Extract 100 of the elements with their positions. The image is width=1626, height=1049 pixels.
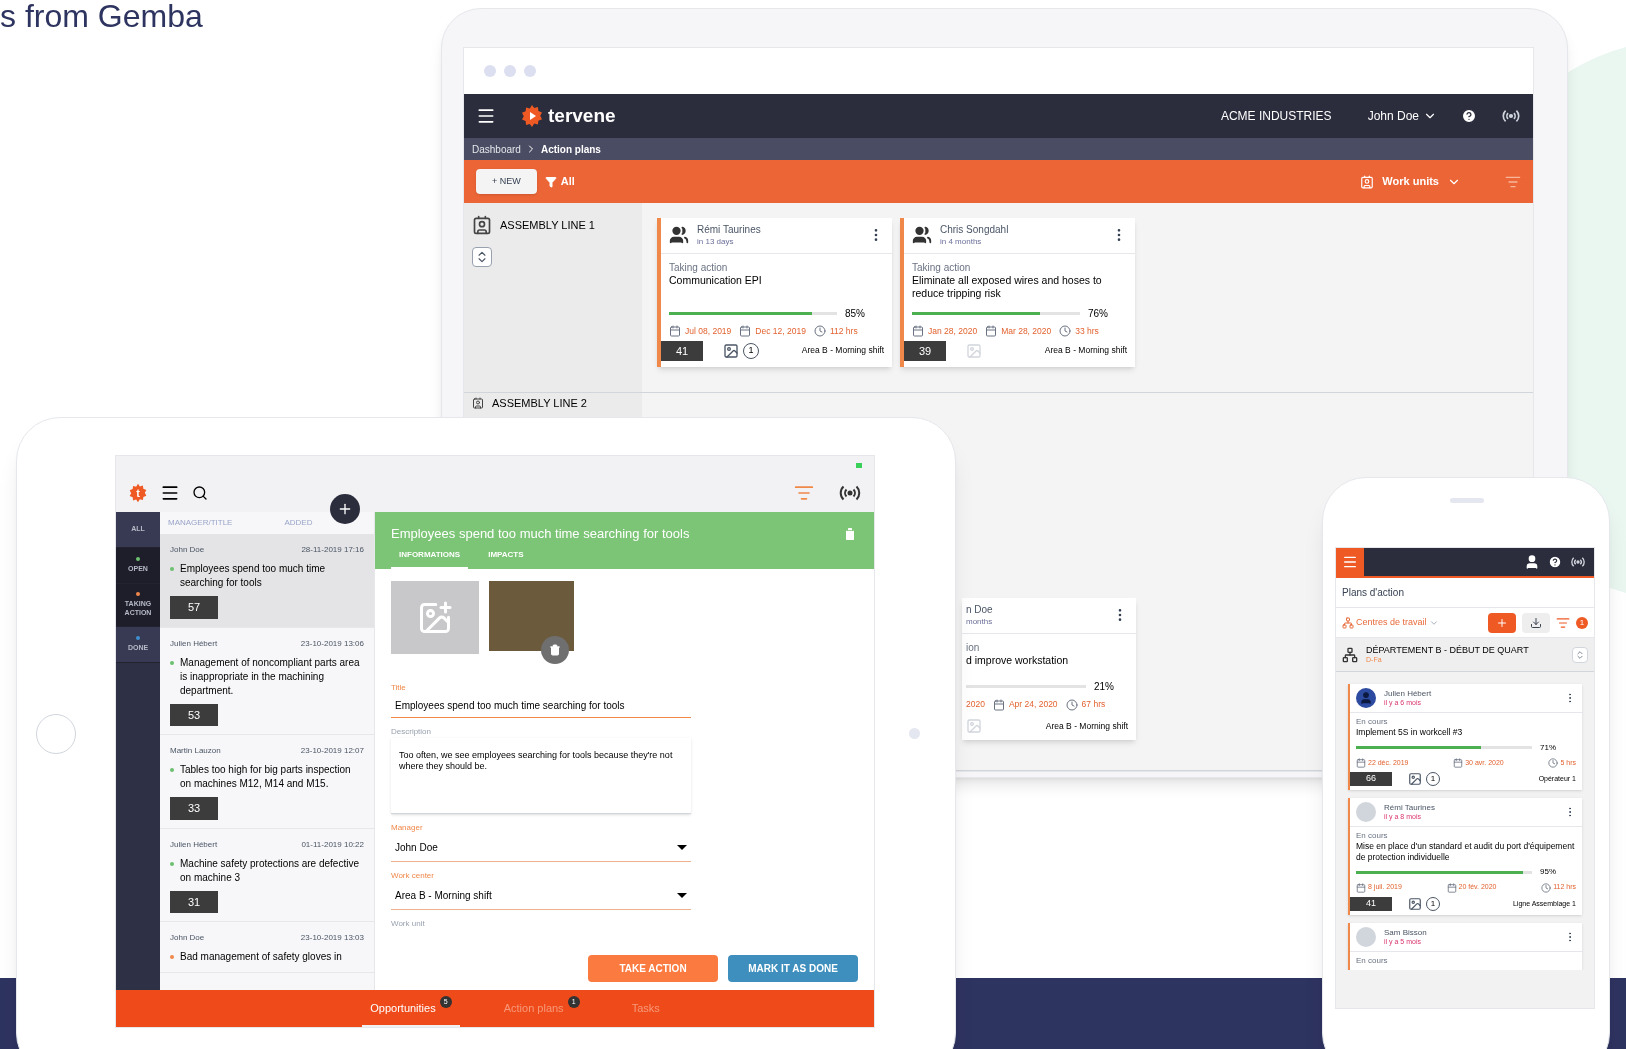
end-date: Apr 24, 2020: [1008, 698, 1058, 711]
calendar-icon: [912, 325, 924, 338]
opportunity-title: Tables too high for big parts inspection on machines M12, M14 and M15.: [180, 763, 352, 791]
export-button[interactable]: [1522, 612, 1550, 633]
added-date: 23-10-2019 12:07: [300, 745, 364, 757]
user-icon[interactable]: [1524, 554, 1540, 570]
plan-title: d improve workstation: [966, 654, 1070, 668]
calendar-icon: [992, 698, 1005, 711]
new-button[interactable]: + NEW: [476, 168, 537, 195]
manager-name: Julien Hébert: [1384, 688, 1432, 699]
broadcast-icon[interactable]: [1570, 554, 1586, 570]
help-icon[interactable]: [1461, 108, 1477, 124]
status-label: En cours: [1356, 955, 1389, 966]
hierarchy-icon[interactable]: [1342, 616, 1354, 629]
calendar-icon: [1453, 757, 1464, 768]
field-label: Manager: [391, 822, 424, 834]
manager-name: John Doe: [170, 932, 205, 944]
opportunity-number: 57: [170, 596, 218, 619]
added-date: 23-10-2019 13:06: [300, 637, 364, 650]
id-card-icon[interactable]: [1360, 174, 1375, 189]
help-icon[interactable]: [1548, 555, 1562, 569]
search-icon[interactable]: [192, 485, 208, 501]
calendar-icon: [1446, 882, 1457, 893]
start-date: Jan 28, 2020: [928, 325, 978, 338]
section-icon: [472, 397, 484, 410]
plan-number: 41: [1350, 897, 1392, 911]
section-title: ASSEMBLY LINE 2: [492, 396, 587, 411]
opportunity-title: Bad management of safety gloves in: [180, 950, 342, 964]
manager-name: Sam Bisson: [1384, 927, 1427, 938]
opportunity-number: 31: [170, 890, 218, 913]
opportunity-title: Employees spend too much time searching for tools: [180, 562, 327, 590]
field-label: Description: [391, 726, 432, 738]
status-label: En cours: [1356, 831, 1389, 842]
opportunity-number: 53: [170, 703, 218, 726]
clock-icon: [1548, 757, 1559, 768]
tray-icon: [1530, 616, 1542, 629]
delete-photo-button[interactable]: [541, 636, 569, 664]
hours-text: 112 hrs: [829, 325, 858, 338]
camera-icon: [909, 728, 920, 739]
mark-done-button[interactable]: MARK IT AS DONE: [728, 955, 858, 982]
action-plan-card[interactable]: Chris Songdahl in 4 months Taking action Eliminate all exposed wires and hoses to reduce tripping risk 76% Jan 28, 2020 Mar 28, 2020 33 hrs 39 Area B - Morning shift: [900, 218, 1135, 367]
department-name: DÉPARTEMENT B - DÉBUT DE QUART: [1366, 644, 1529, 656]
plan-title: Communication EPI: [669, 274, 763, 288]
breadcrumb-link[interactable]: Action plans: [540, 141, 601, 157]
work-center: Area B - Morning shift: [801, 344, 884, 358]
image-icon: [966, 718, 982, 734]
opportunity-item[interactable]: John Doe 28-11-2019 17:16 Employees spend too much time searching for tools 57: [160, 534, 374, 628]
work-center: Area B - Morning shift: [1044, 344, 1127, 358]
add-image-icon: [417, 599, 453, 636]
plan-number: 66: [1350, 772, 1392, 786]
description-field[interactable]: Too often, we see employees searching for tools because they're not where they should be.: [391, 738, 691, 814]
filter-icon[interactable]: [1556, 615, 1570, 630]
plus-icon: [1496, 616, 1508, 629]
field-label: Work unit: [391, 918, 426, 930]
due-date: in 13 days: [697, 236, 735, 247]
clock-icon: [1065, 698, 1078, 711]
delete-icon: [549, 644, 561, 656]
percent-text: 71%: [1540, 741, 1556, 754]
plus-icon: [337, 501, 353, 517]
menu-button[interactable]: [1336, 548, 1364, 576]
action-plan-card[interactable]: Rémi Taurines in 13 days Taking action Communication EPI 85% Jul 08, 2019 Dec 12, 2019 112 hrs 41 1 Area B - Morning shift: [657, 218, 892, 367]
breadcrumb-link[interactable]: Dashboard: [472, 141, 521, 157]
status-label: Taking action: [669, 261, 729, 274]
added-date: 28-11-2019 17:16: [301, 544, 364, 556]
opportunity-title: Management of noncompliant parts area is inappropriate in the machining department.: [180, 655, 361, 698]
expand-toggle[interactable]: [472, 247, 492, 267]
page-heading: s from Gemba: [0, 0, 203, 36]
action-plan-card[interactable]: n Doe months ion d improve workstation 21% 2020 Apr 24, 2020 67 hrs Area B - Morning shift: [962, 598, 1136, 740]
funnel-icon[interactable]: [544, 175, 557, 188]
plan-title: Mise en place d'un standard et audit du port d'équipement de protection individuelle: [1356, 841, 1576, 863]
manager-name: Martin Lauzon: [170, 745, 221, 757]
dropdown-icon: [677, 893, 687, 898]
clock-icon: [1541, 882, 1552, 893]
menu-icon[interactable]: [476, 106, 496, 126]
status-label: En cours: [1356, 717, 1389, 727]
select-field[interactable]: Area B - Morning shift: [391, 882, 691, 910]
title-field[interactable]: Employees spend too much time searching for tools: [391, 694, 691, 718]
added-date: 01-11-2019 10:22: [301, 838, 364, 851]
hierarchy-icon: [1342, 646, 1358, 663]
user-name[interactable]: John Doe: [1367, 107, 1419, 125]
manager-name: Julien Hébert: [170, 637, 218, 650]
section-icon: [472, 215, 492, 235]
manager-name: Chris Songdahl: [940, 224, 1009, 237]
calendar-icon: [985, 325, 998, 338]
due-date: in 4 months: [940, 236, 983, 247]
image-icon: [1408, 896, 1422, 911]
menu-icon[interactable]: [160, 483, 180, 503]
calendar-icon: [1356, 757, 1366, 768]
select-field[interactable]: John Doe: [391, 834, 691, 862]
field-label: Work center: [391, 870, 435, 882]
expand-toggle[interactable]: [1572, 646, 1588, 663]
calendar-icon: [1356, 882, 1366, 893]
logo-icon: [520, 104, 544, 128]
image-icon: [966, 342, 982, 359]
people-icon: [669, 225, 689, 246]
percent-text: 95%: [1540, 866, 1556, 879]
dropdown-icon: [677, 845, 687, 850]
image-icon: [1408, 772, 1422, 787]
menu-icon: [1342, 554, 1358, 570]
speaker-icon: [1450, 498, 1484, 503]
